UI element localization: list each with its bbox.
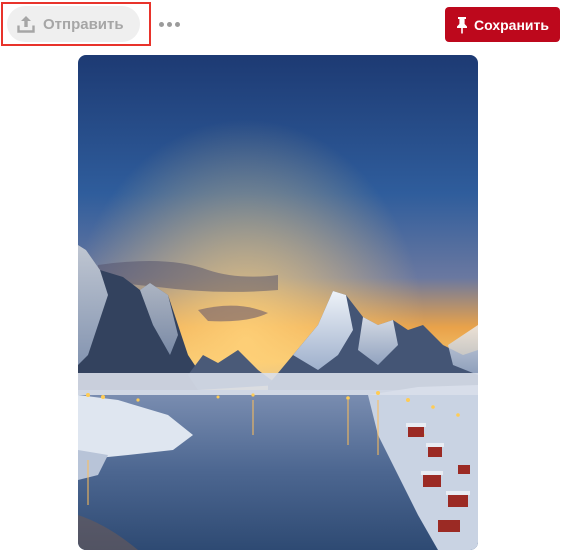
- upload-icon: [17, 15, 35, 33]
- save-button[interactable]: Сохранить: [445, 7, 560, 42]
- lofoten-winter-landscape-photo: [78, 55, 478, 550]
- more-dots-icon: [158, 21, 164, 27]
- share-button-label: Отправить: [43, 15, 124, 33]
- pin-image[interactable]: [78, 55, 478, 550]
- more-dots-icon: [166, 21, 172, 27]
- save-button-label: Сохранить: [474, 16, 549, 33]
- share-button[interactable]: Отправить: [7, 6, 140, 42]
- more-dots-icon: [174, 21, 180, 27]
- pin-toolbar: Отправить Сохранить: [0, 0, 574, 52]
- more-options-button[interactable]: [156, 14, 182, 34]
- pushpin-icon: [456, 16, 468, 34]
